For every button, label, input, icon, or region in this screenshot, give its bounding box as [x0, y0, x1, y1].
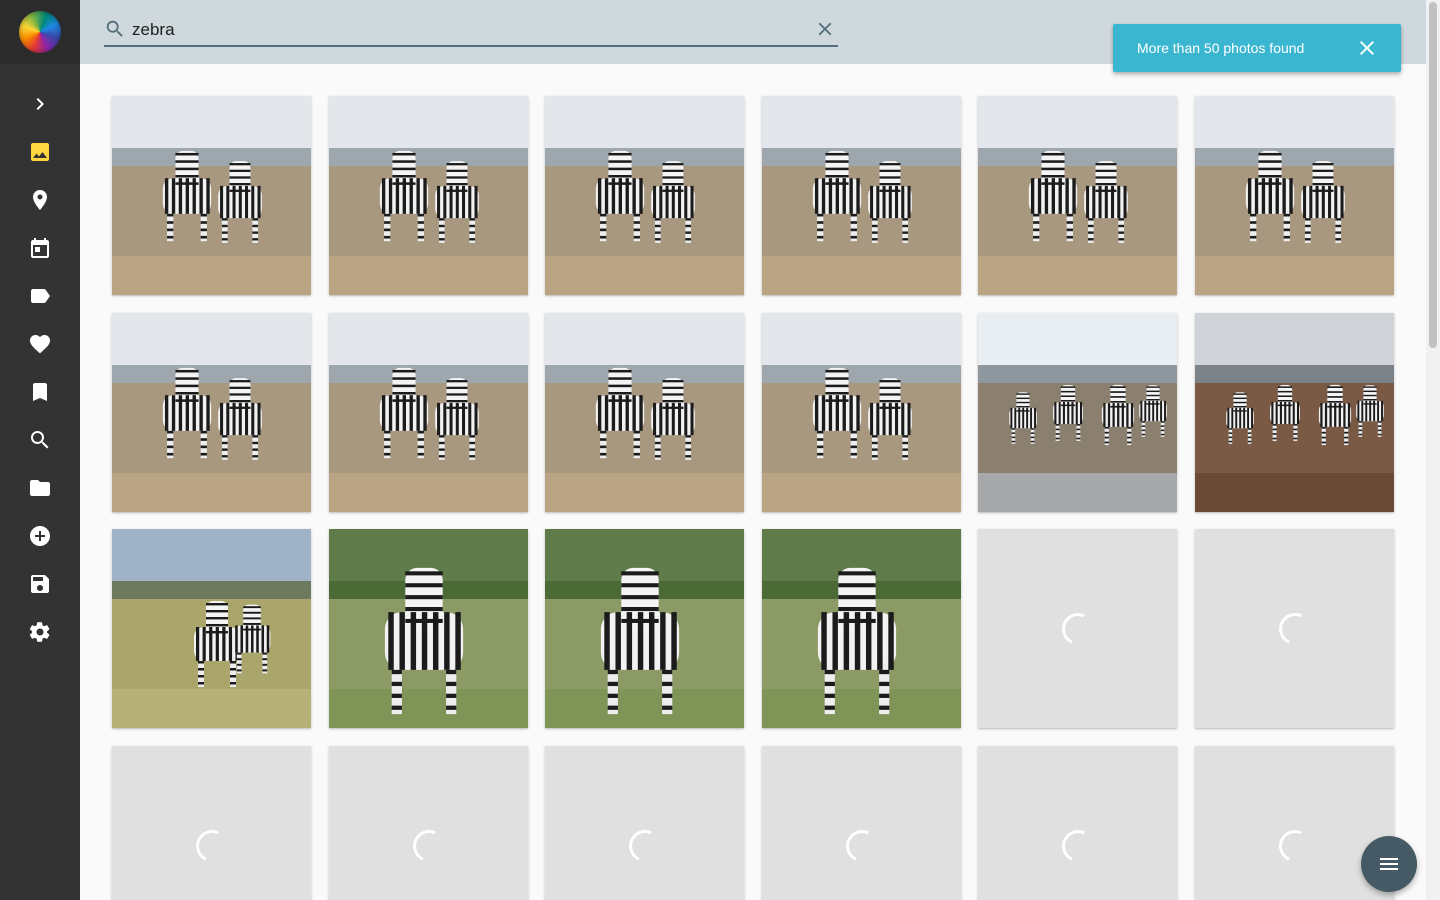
calendar-icon	[31, 238, 49, 258]
zebra-photo-image	[329, 313, 528, 512]
save-icon	[31, 575, 49, 593]
notification-close-button[interactable]	[1355, 36, 1379, 60]
photo-thumbnail[interactable]	[329, 313, 528, 512]
photo-placeholder[interactable]	[329, 746, 528, 900]
sidebar-item-labels[interactable]	[0, 272, 80, 320]
zebra-photo-image	[1195, 313, 1394, 512]
zebra-photo-image	[545, 96, 744, 295]
photo-thumbnail[interactable]	[1195, 96, 1394, 295]
heart-icon	[30, 335, 50, 354]
zebra-photo-image	[329, 96, 528, 295]
photo-placeholder[interactable]	[112, 746, 311, 900]
loading-spinner-icon	[1274, 825, 1316, 867]
sidebar-expand-button[interactable]	[0, 80, 80, 128]
photo-thumbnail[interactable]	[762, 529, 961, 728]
folder-icon	[30, 480, 50, 496]
page-scrollbar[interactable]	[1426, 0, 1440, 900]
photo-thumbnail[interactable]	[545, 529, 744, 728]
zebra-photo-image	[112, 313, 311, 512]
notification-snackbar: More than 50 photos found	[1113, 24, 1401, 72]
app-logo[interactable]	[0, 0, 80, 64]
photo-thumbnail[interactable]	[762, 96, 961, 295]
sidebar-item-albums[interactable]	[0, 368, 80, 416]
zebra-photo-image	[1195, 96, 1394, 295]
loading-spinner-icon	[624, 825, 666, 867]
menu-icon	[1380, 858, 1398, 870]
zebra-photo-image	[112, 529, 311, 728]
photo-thumbnail[interactable]	[112, 313, 311, 512]
navigation-sidebar	[0, 0, 80, 900]
photo-thumbnail[interactable]	[329, 96, 528, 295]
add-circle-icon	[30, 526, 50, 546]
photo-placeholder[interactable]	[762, 746, 961, 900]
label-icon	[31, 289, 50, 303]
loading-spinner-icon	[841, 825, 883, 867]
photo-placeholder[interactable]	[978, 529, 1177, 728]
loading-spinner-icon	[1274, 608, 1316, 650]
loading-spinner-icon	[1057, 825, 1099, 867]
search-field	[104, 14, 838, 47]
photo-thumbnail[interactable]	[545, 313, 744, 512]
chevron-right-icon	[36, 98, 44, 110]
place-icon	[33, 190, 47, 210]
clear-search-button[interactable]	[814, 18, 838, 42]
settings-icon	[29, 622, 50, 642]
zebra-photo-image	[978, 96, 1177, 295]
rainbow-logo-icon	[19, 11, 61, 53]
zebra-photo-image	[112, 96, 311, 295]
menu-fab-button[interactable]	[1361, 836, 1417, 892]
loading-spinner-icon	[408, 825, 450, 867]
sidebar-item-settings[interactable]	[0, 608, 80, 656]
photo-thumbnail[interactable]	[112, 96, 311, 295]
bookmark-icon	[33, 383, 47, 401]
photo-thumbnail[interactable]	[112, 529, 311, 728]
sidebar-item-photos[interactable]	[0, 128, 80, 176]
zebra-photo-image	[329, 529, 528, 728]
photo-placeholder[interactable]	[1195, 529, 1394, 728]
sidebar-item-calendar[interactable]	[0, 224, 80, 272]
sidebar-item-folders[interactable]	[0, 464, 80, 512]
sidebar-item-import[interactable]	[0, 512, 80, 560]
zebra-photo-image	[545, 529, 744, 728]
search-input[interactable]	[132, 16, 802, 44]
photo-thumbnail[interactable]	[329, 529, 528, 728]
photo-thumbnail[interactable]	[978, 96, 1177, 295]
photo-thumbnail[interactable]	[762, 313, 961, 512]
search-icon	[104, 18, 128, 42]
sidebar-item-places[interactable]	[0, 176, 80, 224]
photo-placeholder[interactable]	[978, 746, 1177, 900]
sidebar-item-save[interactable]	[0, 560, 80, 608]
zebra-photo-image	[762, 313, 961, 512]
zebra-photo-image	[762, 96, 961, 295]
zebra-photo-image	[762, 529, 961, 728]
search-icon	[31, 431, 49, 449]
photo-thumbnail[interactable]	[545, 96, 744, 295]
loading-spinner-icon	[191, 825, 233, 867]
photo-thumbnail[interactable]	[978, 313, 1177, 512]
notification-message: More than 50 photos found	[1137, 40, 1305, 56]
close-icon	[1360, 41, 1374, 55]
photo-placeholder[interactable]	[545, 746, 744, 900]
image-icon	[31, 143, 49, 161]
zebra-photo-image	[978, 313, 1177, 512]
sidebar-item-search[interactable]	[0, 416, 80, 464]
sidebar-item-favorites[interactable]	[0, 320, 80, 368]
close-icon	[818, 22, 832, 36]
scrollbar-thumb[interactable]	[1429, 2, 1437, 348]
zebra-photo-image	[545, 313, 744, 512]
photo-thumbnail[interactable]	[1195, 313, 1394, 512]
loading-spinner-icon	[1057, 608, 1099, 650]
